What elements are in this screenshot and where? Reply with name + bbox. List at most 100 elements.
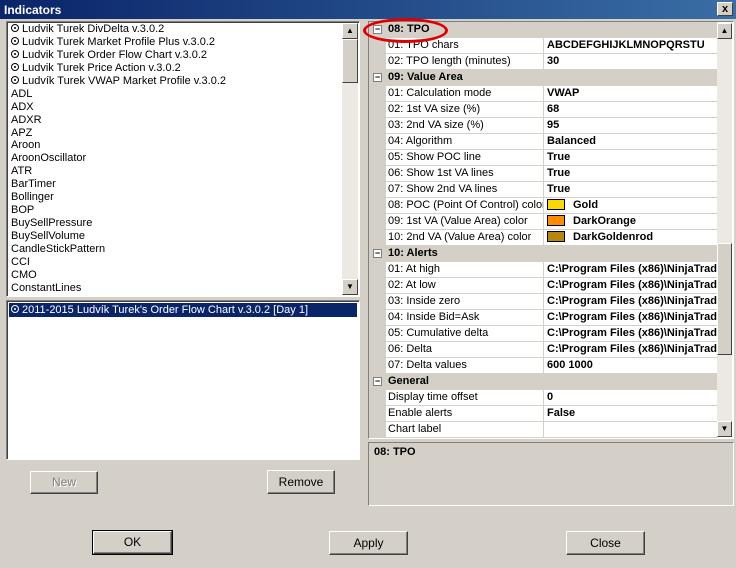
property-row[interactable]: 05: Cumulative delta C:\Program Files (x8… — [369, 326, 718, 342]
list-item[interactable]: Aroon — [9, 139, 341, 152]
property-category[interactable]: −09: Value Area — [369, 70, 718, 86]
list-item[interactable]: Ludvik Turek Order Flow Chart v.3.0.2 — [9, 49, 341, 62]
property-value[interactable]: DarkGoldenrod — [547, 230, 718, 245]
available-indicators-list[interactable]: Ludvik Turek DivDelta v.3.0.2 Ludvik Ture… — [6, 21, 360, 297]
available-list-scrollbar[interactable]: ▲ ▼ — [342, 23, 358, 295]
property-row[interactable]: Display time offset 0 — [369, 390, 718, 406]
property-row[interactable]: 01: At high C:\Program Files (x86)\NinjaT… — [369, 262, 718, 278]
scroll-down-icon[interactable]: ▼ — [717, 421, 732, 437]
property-value[interactable]: DarkOrange — [547, 214, 718, 229]
remove-button[interactable]: Remove — [267, 470, 335, 494]
ok-button[interactable]: OK — [92, 530, 173, 555]
new-button[interactable]: New — [30, 471, 98, 494]
configured-indicators-list[interactable]: 2011-2015 Ludvík Turek's Order Flow Char… — [6, 300, 360, 460]
property-value[interactable]: Balanced — [547, 134, 718, 149]
scroll-up-icon[interactable]: ▲ — [342, 23, 358, 39]
property-row[interactable]: 03: 2nd VA size (%) 95 — [369, 118, 718, 134]
property-category[interactable]: −10: Alerts — [369, 246, 718, 262]
property-row[interactable]: 07: Show 2nd VA lines True — [369, 182, 718, 198]
row-gutter — [369, 390, 386, 406]
property-value[interactable]: True — [547, 166, 718, 181]
property-value[interactable]: C:\Program Files (x86)\NinjaTrader — [547, 342, 718, 357]
property-value[interactable]: ABCDEFGHIJKLMNOPQRSTU — [547, 38, 718, 53]
property-value[interactable]: C:\Program Files (x86)\NinjaTrader — [547, 326, 718, 341]
property-row[interactable]: 06: Delta C:\Program Files (x86)\NinjaTra… — [369, 342, 718, 358]
property-row[interactable]: 02: TPO length (minutes) 30 — [369, 54, 718, 70]
property-row[interactable]: 06: Show 1st VA lines True — [369, 166, 718, 182]
list-item[interactable]: BuySellVolume — [9, 230, 341, 243]
property-grid[interactable]: −08: TPO 01: TPO chars ABCDEFGHIJKLMNOPQRS… — [368, 21, 734, 439]
property-value[interactable]: True — [547, 150, 718, 165]
property-value[interactable]: 0 — [547, 390, 718, 405]
property-value[interactable]: 95 — [547, 118, 718, 133]
list-item[interactable]: APZ — [9, 127, 341, 140]
configured-indicator-item[interactable]: 2011-2015 Ludvík Turek's Order Flow Char… — [9, 303, 357, 317]
scroll-thumb[interactable] — [717, 243, 732, 355]
list-item[interactable]: Ludvik Turek DivDelta v.3.0.2 — [9, 23, 341, 36]
property-row[interactable]: 03: Inside zero C:\Program Files (x86)\Ni… — [369, 294, 718, 310]
property-row[interactable]: Chart label — [369, 422, 718, 438]
list-item[interactable]: ADX — [9, 101, 341, 114]
row-gutter: − — [369, 374, 386, 390]
property-row[interactable]: 01: Calculation mode VWAP — [369, 86, 718, 102]
close-window-icon[interactable]: x — [717, 2, 733, 16]
property-value[interactable]: 68 — [547, 102, 718, 117]
scroll-up-icon[interactable]: ▲ — [717, 23, 732, 39]
list-item[interactable]: AroonOscillator — [9, 152, 341, 165]
property-value[interactable]: VWAP — [547, 86, 718, 101]
property-value-text: DarkOrange — [573, 215, 636, 227]
row-gutter — [369, 214, 386, 230]
list-item[interactable]: ATR — [9, 165, 341, 178]
radio-icon — [11, 75, 19, 84]
apply-button[interactable]: Apply — [329, 531, 408, 555]
list-item-label: Bollinger — [11, 191, 54, 204]
list-item[interactable]: Ludvik Turek Price Action v.3.0.2 — [9, 62, 341, 75]
description-title: 08: TPO — [374, 446, 416, 458]
row-gutter — [369, 54, 386, 70]
property-row[interactable]: 05: Show POC line True — [369, 150, 718, 166]
list-item[interactable]: BOP — [9, 204, 341, 217]
list-item[interactable]: Ludvík Turek VWAP Market Profile v.3.0.2 — [9, 75, 341, 88]
close-button[interactable]: Close — [566, 531, 645, 555]
scroll-down-icon[interactable]: ▼ — [342, 279, 358, 295]
property-value[interactable]: False — [547, 406, 718, 421]
list-item[interactable]: CandleStickPattern — [9, 243, 341, 256]
property-row[interactable]: 10: 2nd VA (Value Area) color DarkGoldenr… — [369, 230, 718, 246]
collapse-icon[interactable]: − — [373, 249, 382, 258]
property-row[interactable]: 08: POC (Point Of Control) color Gold — [369, 198, 718, 214]
property-row[interactable]: 07: Delta values 600 1000 — [369, 358, 718, 374]
list-item[interactable]: ConstantLines — [9, 282, 341, 295]
property-value[interactable]: Gold — [547, 198, 718, 213]
list-item-label: ADXR — [11, 113, 42, 126]
property-value[interactable]: C:\Program Files (x86)\NinjaTrader — [547, 294, 718, 309]
property-row[interactable]: 02: At low C:\Program Files (x86)\NinjaTr… — [369, 278, 718, 294]
list-item[interactable]: CMO — [9, 269, 341, 282]
property-row[interactable]: 04: Algorithm Balanced — [369, 134, 718, 150]
list-item[interactable]: ADL — [9, 88, 341, 101]
collapse-icon[interactable]: − — [373, 377, 382, 386]
scroll-thumb[interactable] — [342, 39, 358, 83]
property-value[interactable]: C:\Program Files (x86)\NinjaTrader — [547, 278, 718, 293]
collapse-icon[interactable]: − — [373, 73, 382, 82]
property-value[interactable]: C:\Program Files (x86)\NinjaTrader — [547, 310, 718, 325]
list-item[interactable]: BuySellPressure — [9, 217, 341, 230]
list-item[interactable]: CCI — [9, 256, 341, 269]
property-grid-scrollbar[interactable]: ▲ ▼ — [717, 23, 732, 437]
property-name: 05: Cumulative delta — [387, 326, 544, 341]
property-value-text: Balanced — [547, 135, 596, 147]
property-value[interactable] — [547, 422, 718, 437]
property-row[interactable]: Enable alerts False — [369, 406, 718, 422]
property-value[interactable]: 30 — [547, 54, 718, 69]
property-row[interactable]: 04: Inside Bid=Ask C:\Program Files (x86)… — [369, 310, 718, 326]
list-item[interactable]: Bollinger — [9, 191, 341, 204]
list-item[interactable]: BarTimer — [9, 178, 341, 191]
property-value[interactable]: 600 1000 — [547, 358, 718, 373]
property-value[interactable]: C:\Program Files (x86)\NinjaTrader — [547, 262, 718, 277]
list-item[interactable]: ADXR — [9, 114, 341, 127]
property-name: 06: Show 1st VA lines — [387, 166, 544, 181]
property-category[interactable]: − General — [369, 374, 718, 390]
property-row[interactable]: 02: 1st VA size (%) 68 — [369, 102, 718, 118]
property-value[interactable]: True — [547, 182, 718, 197]
property-row[interactable]: 09: 1st VA (Value Area) color DarkOrange — [369, 214, 718, 230]
list-item[interactable]: Ludvik Turek Market Profile Plus v.3.0.2 — [9, 36, 341, 49]
